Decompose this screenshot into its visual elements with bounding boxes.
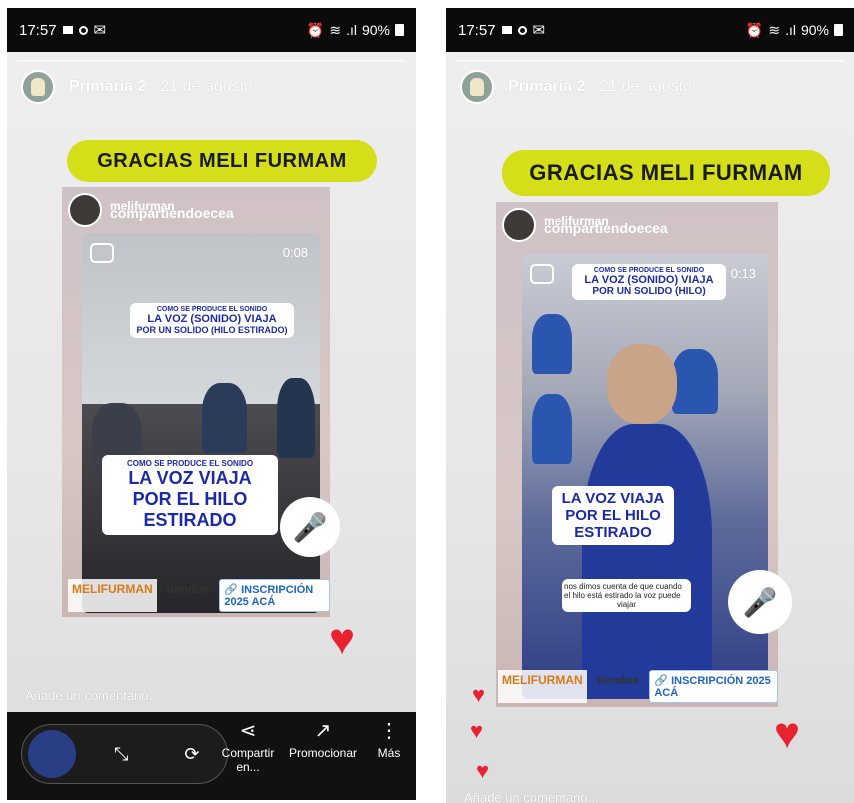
floating-heart-icon: ♥ bbox=[476, 758, 490, 783]
settings-icon bbox=[78, 25, 88, 35]
avatar[interactable] bbox=[460, 70, 494, 104]
collapse-icon[interactable]: ⤡ bbox=[114, 744, 128, 765]
thanks-banner: GRACIAS MELI FURMAM bbox=[67, 140, 377, 182]
pip-thumbnail[interactable] bbox=[28, 730, 76, 778]
story-tags: MELIFURMAN tiendoe 🔗 INSCRIPCIÓN 2025 AC… bbox=[498, 670, 778, 703]
status-bar: 17:57 ✉ ⏰ ≋ .ıl 90% bbox=[446, 8, 854, 52]
reel-icon bbox=[530, 264, 554, 284]
more-button[interactable]: ⋮ Más bbox=[369, 718, 409, 760]
battery-icon bbox=[834, 24, 843, 36]
like-heart-icon[interactable]: ♥ bbox=[774, 712, 800, 756]
story-header: Primaria 2 21 de agosto bbox=[460, 70, 692, 104]
mail-icon: ✉ bbox=[93, 22, 107, 39]
video-caption-top: COMO SE PRODUCE EL SONIDO LA VOZ (SONIDO… bbox=[130, 303, 294, 338]
reel-video[interactable]: 0:13 COMO SE PRODUCE EL SONIDO LA VOZ (S… bbox=[522, 254, 768, 699]
wifi-icon: ≋ bbox=[768, 21, 781, 38]
story-progress-bar bbox=[456, 60, 845, 62]
reel-video[interactable]: 0:08 COMO SE PRODUCE EL SONIDO LA VOZ (S… bbox=[82, 233, 320, 613]
floating-heart-icon: ♥ bbox=[472, 682, 486, 707]
inscripcion-link[interactable]: 🔗 INSCRIPCIÓN 2025 ACÁ bbox=[219, 579, 330, 612]
repost-avatar[interactable] bbox=[502, 208, 536, 242]
phone-screen-left: 17:57 ✉ ⏰ ≋ .ıl 90% Primaria 2 21 de ago… bbox=[7, 8, 416, 800]
more-icon: ⋮ bbox=[379, 720, 399, 742]
comment-input[interactable]: Añade un comentario... bbox=[25, 688, 159, 703]
story-username[interactable]: Primaria 2 bbox=[69, 78, 146, 96]
story-date: 21 de agosto bbox=[599, 78, 692, 95]
video-caption-main: LA VOZ VIAJA POR EL HILO ESTIRADO bbox=[552, 486, 674, 545]
reposted-story[interactable]: melifurman compartiendoecea 0:08 COMO SE… bbox=[62, 187, 340, 617]
status-bar: 17:57 ✉ ⏰ ≋ .ıl 90% bbox=[7, 8, 416, 52]
partial-label: tiendoe bbox=[166, 582, 210, 596]
video-caption-main: COMO SE PRODUCE EL SONIDO LA VOZ VIAJA P… bbox=[102, 455, 278, 535]
repost-account[interactable]: compartiendoecea bbox=[544, 221, 668, 235]
thanks-banner: GRACIAS MELI FURMAM bbox=[502, 150, 830, 196]
settings-icon bbox=[517, 25, 527, 35]
message-icon bbox=[62, 26, 73, 34]
story-date: 21 de agosto bbox=[160, 78, 253, 95]
promote-button[interactable]: ↗ Promocionar bbox=[287, 718, 359, 760]
wifi-icon: ≋ bbox=[329, 21, 342, 38]
share-icon: ⋖ bbox=[239, 720, 257, 742]
melifurman-label[interactable]: MELIFURMAN bbox=[68, 579, 157, 612]
pip-pill[interactable]: ⤡ ⟳ bbox=[21, 724, 228, 784]
mail-icon: ✉ bbox=[532, 22, 546, 39]
battery-icon bbox=[395, 24, 404, 36]
story-header: Primaria 2 21 de agosto bbox=[21, 70, 253, 104]
microphone-icon: 🎤 bbox=[728, 570, 792, 634]
alarm-icon: ⏰ bbox=[745, 21, 764, 38]
battery-level: 90% bbox=[361, 22, 390, 38]
melifurman-label[interactable]: MELIFURMAN bbox=[498, 670, 587, 703]
story-view[interactable]: Primaria 2 21 de agosto GRACIAS MELI FUR… bbox=[446, 52, 854, 803]
video-caption-top: COMO SE PRODUCE EL SONIDO LA VOZ (SONIDO… bbox=[572, 264, 726, 300]
status-time: 17:57 bbox=[458, 21, 496, 39]
story-progress-bar bbox=[17, 60, 406, 62]
like-heart-icon[interactable]: ♥ bbox=[329, 618, 355, 662]
rotate-icon[interactable]: ⟳ bbox=[184, 744, 199, 765]
inscripcion-link[interactable]: 🔗 INSCRIPCIÓN 2025 ACÁ bbox=[649, 670, 778, 703]
repost-header: melifurman compartiendoecea bbox=[68, 193, 234, 227]
floating-heart-icon: ♥ bbox=[470, 718, 484, 743]
status-time: 17:57 bbox=[19, 21, 57, 39]
repost-header: melifurman compartiendoecea bbox=[502, 208, 668, 242]
signal-icon: .ıl bbox=[785, 22, 796, 38]
story-tags: MELIFURMAN tiendoe 🔗 INSCRIPCIÓN 2025 AC… bbox=[68, 579, 330, 612]
alarm-icon: ⏰ bbox=[306, 21, 325, 38]
signal-icon: .ıl bbox=[346, 22, 357, 38]
battery-level: 90% bbox=[800, 22, 829, 38]
story-view[interactable]: Primaria 2 21 de agosto GRACIAS MELI FUR… bbox=[7, 52, 416, 800]
video-subtitle: nos dimos cuenta de que cuando el hilo e… bbox=[562, 579, 691, 612]
trend-icon: ↗ bbox=[314, 720, 332, 742]
story-username[interactable]: Primaria 2 bbox=[508, 78, 585, 96]
video-time: 0:08 bbox=[282, 245, 308, 260]
comment-input[interactable]: Añade un comentario... bbox=[464, 790, 598, 803]
video-time: 0:13 bbox=[730, 266, 756, 281]
avatar[interactable] bbox=[21, 70, 55, 104]
message-icon bbox=[501, 26, 512, 34]
action-bar: ⤡ ⟳ ⋖ Compartir en... ↗ Promocionar ⋮ Má… bbox=[7, 712, 416, 800]
reel-icon bbox=[90, 243, 114, 263]
reposted-story[interactable]: melifurman compartiendoecea 0:13 COMO SE… bbox=[496, 202, 792, 707]
partial-label: tiendoe bbox=[596, 673, 640, 687]
repost-account[interactable]: compartiendoecea bbox=[110, 206, 234, 220]
microphone-icon: 🎤 bbox=[280, 497, 340, 557]
phone-screen-right: 17:57 ✉ ⏰ ≋ .ıl 90% Primaria 2 21 de ago… bbox=[446, 8, 854, 803]
repost-avatar[interactable] bbox=[68, 193, 102, 227]
share-button[interactable]: ⋖ Compartir en... bbox=[219, 718, 277, 774]
